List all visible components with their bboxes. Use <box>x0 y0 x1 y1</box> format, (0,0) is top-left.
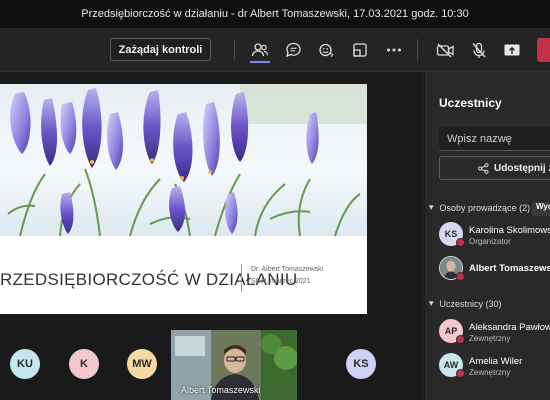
attendees-section-toggle[interactable]: ▾ Uczestnicy (30) <box>429 298 502 309</box>
participant-row[interactable]: Albert Tomaszewsk <box>439 256 550 286</box>
chevron-down-icon: ▾ <box>429 298 434 308</box>
presenters-section-toggle[interactable]: ▾ Osoby prowadzące (2) <box>429 202 530 213</box>
meeting-toolbar: Zażądaj kontroli <box>0 28 550 72</box>
participant-role: Organizator <box>469 237 511 246</box>
participant-name: Amelia Wiler <box>469 356 523 367</box>
participant-name: Albert Tomaszewsk <box>469 263 550 274</box>
active-tab-indicator <box>250 61 270 63</box>
toolbar-divider <box>234 39 235 61</box>
slide-photo-crocus-snow <box>0 84 367 236</box>
shared-presentation-slide: RZEDSIĘBIORCZOŚĆ W DZIAŁANIU Dr. Albert … <box>0 84 367 314</box>
mic-off-icon[interactable] <box>468 39 490 61</box>
mute-all-button[interactable]: Wyc <box>532 202 550 216</box>
people-icon[interactable] <box>249 39 271 61</box>
reactions-icon[interactable] <box>315 39 337 61</box>
status-dot-icon <box>456 369 465 378</box>
avatar-initials: AW <box>443 360 459 370</box>
status-dot-icon <box>456 335 465 344</box>
presenter-video-tile[interactable]: Albert Tomaszewski <box>171 330 297 400</box>
chevron-down-icon: ▾ <box>429 202 434 212</box>
panel-title: Uczestnicy <box>439 96 502 110</box>
participant-row[interactable]: KS Karolina Skolimows Organizator <box>439 222 550 252</box>
attendees-heading: Uczestnicy (30) <box>439 298 502 309</box>
share-icon <box>478 163 489 174</box>
chat-icon[interactable] <box>282 39 304 61</box>
share-label: Udostępnij za <box>494 162 550 174</box>
request-control-button[interactable]: Zażądaj kontroli <box>110 38 211 61</box>
participants-panel: Uczestnicy Udostępnij za ▾ Osoby prowadz… <box>424 72 550 400</box>
window-title-bar: Przedsiębiorczość w działaniu - dr Alber… <box>0 0 550 28</box>
avatar-initials: KU <box>17 358 33 370</box>
more-options-icon[interactable] <box>383 39 405 61</box>
slide-divider <box>241 264 242 292</box>
participant-name: Aleksandra Pawłow <box>469 322 550 333</box>
participant-role: Zewnętrzny <box>469 334 511 343</box>
presenter-video-name: Albert Tomaszewski <box>181 385 261 395</box>
avatar-initials: KS <box>444 229 458 239</box>
participant-avatar[interactable]: K <box>69 349 99 379</box>
breakout-rooms-icon[interactable] <box>349 39 371 61</box>
participant-avatar[interactable]: KU <box>10 349 40 379</box>
participant-row[interactable]: AP Aleksandra Pawłow Zewnętrzny <box>439 319 550 349</box>
presenters-heading: Osoby prowadzące (2) <box>439 202 531 213</box>
participant-avatar[interactable]: MW <box>127 349 157 379</box>
participant-avatar[interactable]: KS <box>346 349 376 379</box>
avatar-initials: AP <box>444 326 458 336</box>
slide-author: Dr. Albert Tomaszewski <box>251 266 324 273</box>
participant-name: Karolina Skolimows <box>469 225 550 236</box>
window-title: Przedsiębiorczość w działaniu - dr Alber… <box>81 8 469 20</box>
status-dot-icon <box>456 272 465 281</box>
slide-date: SGH, marzec 2021 <box>251 278 311 285</box>
leave-button[interactable] <box>537 38 550 62</box>
participant-search-input[interactable] <box>439 127 550 151</box>
participant-role: Zewnętrzny <box>469 368 511 377</box>
participant-row[interactable]: AW Amelia Wiler Zewnętrzny <box>439 353 550 383</box>
status-dot-icon <box>456 238 465 247</box>
toolbar-divider <box>417 39 418 61</box>
avatar-initials: MW <box>132 358 152 370</box>
avatar-initials: KS <box>353 358 369 370</box>
avatar-initials: K <box>80 358 88 370</box>
camera-off-icon[interactable] <box>434 39 456 61</box>
slide-caption-area: RZEDSIĘBIORCZOŚĆ W DZIAŁANIU Dr. Albert … <box>0 236 367 314</box>
share-invite-button[interactable]: Udostępnij za <box>439 156 550 180</box>
share-screen-icon[interactable] <box>501 39 523 61</box>
